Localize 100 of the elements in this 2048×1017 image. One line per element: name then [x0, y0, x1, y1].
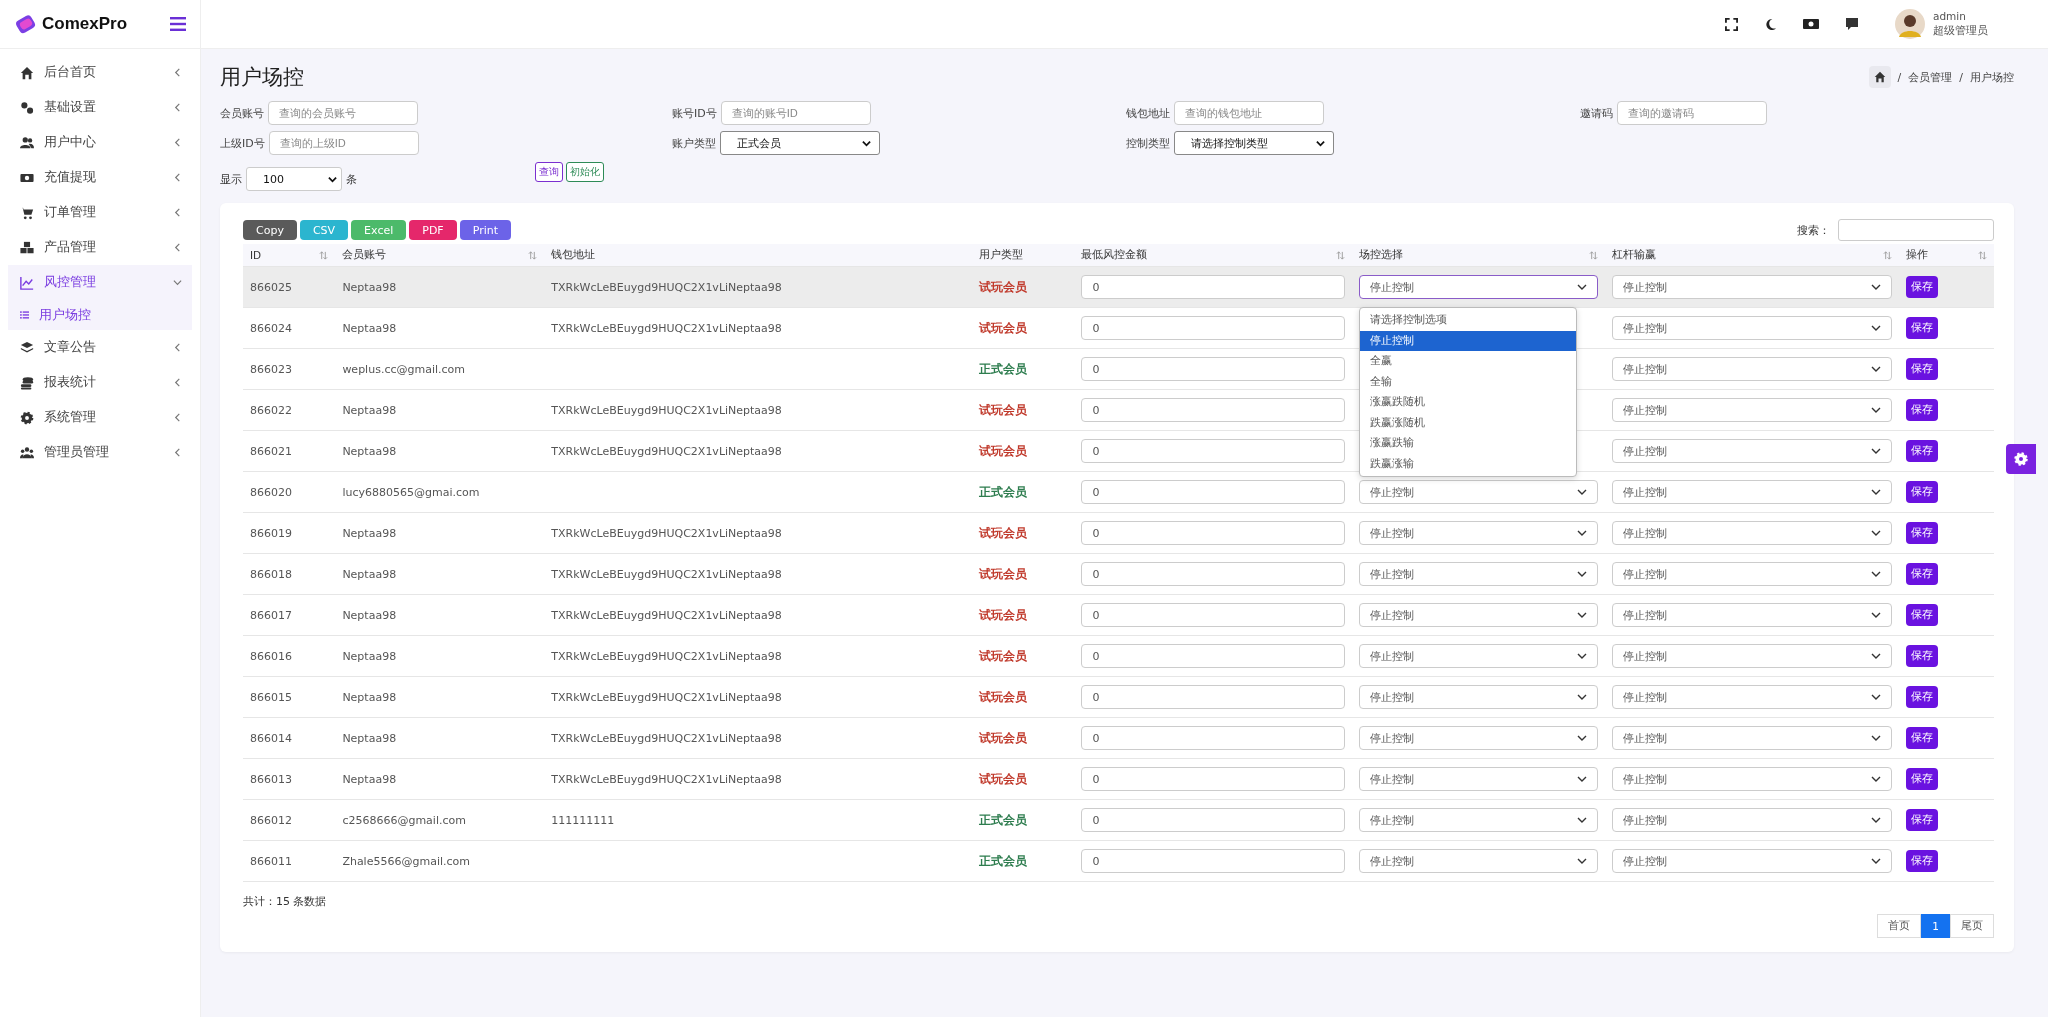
page-button[interactable]: 尾页 [1950, 914, 1994, 938]
page-button[interactable]: 首页 [1877, 914, 1922, 938]
filter-field[interactable]: 查询的会员账号 [268, 101, 418, 125]
export-button[interactable]: Copy [243, 220, 297, 240]
search-field[interactable] [1838, 219, 1994, 241]
home-icon[interactable] [1868, 66, 1891, 88]
column-header[interactable]: 最低风控金额 [1074, 244, 1352, 267]
moon-icon[interactable] [1764, 17, 1777, 31]
filter-select[interactable]: 请选择控制类型 [1174, 131, 1334, 155]
column-header[interactable]: 用户类型 [972, 244, 1075, 267]
amount-field[interactable]: 0 [1081, 808, 1345, 832]
sidebar-item[interactable]: 基础设置 [8, 90, 192, 125]
column-header[interactable]: 会员账号 [335, 244, 545, 267]
leverage-select[interactable]: 停止控制 [1611, 316, 1893, 340]
menu-icon[interactable] [170, 17, 186, 31]
column-header[interactable]: ID [243, 244, 336, 267]
column-header[interactable]: 杠杆输赢 [1604, 244, 1900, 267]
control-select[interactable]: 停止控制 [1358, 808, 1598, 832]
sidebar-item[interactable]: 风控管理 [8, 265, 192, 300]
save-button[interactable]: 保存 [1906, 563, 1939, 585]
save-button[interactable]: 保存 [1906, 317, 1939, 339]
chat-icon[interactable] [1845, 17, 1859, 31]
control-select[interactable]: 停止控制 [1358, 685, 1598, 709]
control-select[interactable]: 停止控制 [1358, 726, 1598, 750]
filter-select[interactable]: 正式会员 [720, 131, 880, 155]
column-header[interactable]: 操作 [1899, 244, 1994, 267]
avatar[interactable] [1895, 9, 1925, 39]
filter-field[interactable]: 查询的上级ID [268, 131, 419, 155]
control-select[interactable]: 停止控制 [1358, 562, 1598, 586]
page-button[interactable]: 1 [1921, 914, 1950, 938]
column-header[interactable]: 钱包地址 [544, 244, 973, 267]
settings-button[interactable] [2006, 444, 2036, 474]
amount-field[interactable]: 0 [1081, 849, 1345, 873]
export-button[interactable]: Print [459, 220, 511, 240]
amount-field[interactable]: 0 [1081, 644, 1345, 668]
amount-field[interactable]: 0 [1081, 726, 1345, 750]
amount-field[interactable]: 0 [1081, 562, 1345, 586]
leverage-select[interactable]: 停止控制 [1611, 849, 1893, 873]
breadcrumb-item[interactable]: 会员管理 [1908, 69, 1953, 85]
sidebar-item[interactable]: 充值提现 [8, 160, 192, 195]
save-button[interactable]: 保存 [1906, 522, 1939, 544]
leverage-select[interactable]: 停止控制 [1611, 562, 1893, 586]
page-size-select[interactable]: 100 [246, 167, 342, 191]
save-button[interactable]: 保存 [1906, 399, 1939, 421]
amount-field[interactable]: 0 [1081, 275, 1345, 299]
filter-field[interactable]: 查询的账号ID [720, 101, 871, 125]
leverage-select[interactable]: 停止控制 [1611, 398, 1893, 422]
leverage-select[interactable]: 停止控制 [1611, 521, 1893, 545]
sidebar-item[interactable]: 后台首页 [8, 55, 192, 90]
save-button[interactable]: 保存 [1906, 809, 1939, 831]
control-select[interactable]: 停止控制 [1358, 480, 1598, 504]
column-header[interactable]: 场控选择 [1351, 244, 1605, 267]
save-button[interactable]: 保存 [1906, 768, 1939, 790]
filter-button[interactable]: 初始化 [566, 162, 604, 182]
control-select[interactable]: 停止控制 [1358, 275, 1598, 299]
save-button[interactable]: 保存 [1906, 358, 1939, 380]
dropdown-option[interactable]: 跌赢涨随机 [1359, 412, 1576, 433]
save-button[interactable]: 保存 [1906, 727, 1939, 749]
amount-field[interactable]: 0 [1081, 316, 1345, 340]
control-select[interactable]: 停止控制 [1358, 767, 1598, 791]
leverage-select[interactable]: 停止控制 [1611, 480, 1893, 504]
save-button[interactable]: 保存 [1906, 604, 1939, 626]
amount-field[interactable]: 0 [1081, 521, 1345, 545]
leverage-select[interactable]: 停止控制 [1611, 767, 1893, 791]
amount-field[interactable]: 0 [1081, 603, 1345, 627]
save-button[interactable]: 保存 [1906, 645, 1939, 667]
save-button[interactable]: 保存 [1906, 440, 1939, 462]
sidebar-subitem[interactable]: 用户场控 [8, 300, 192, 330]
dropdown-option[interactable]: 全输 [1359, 371, 1576, 392]
dropdown-option[interactable]: 涨赢跌输 [1359, 433, 1576, 454]
dropdown-option[interactable]: 请选择控制选项 [1359, 310, 1576, 331]
amount-field[interactable]: 0 [1081, 767, 1345, 791]
amount-field[interactable]: 0 [1081, 439, 1345, 463]
filter-field[interactable]: 查询的邀请码 [1617, 101, 1767, 125]
leverage-select[interactable]: 停止控制 [1611, 644, 1893, 668]
control-select[interactable]: 停止控制 [1358, 644, 1598, 668]
dropdown-option[interactable]: 跌赢涨输 [1359, 453, 1576, 474]
sidebar-item[interactable]: 产品管理 [8, 230, 192, 265]
save-button[interactable]: 保存 [1906, 481, 1939, 503]
save-button[interactable]: 保存 [1906, 276, 1939, 298]
export-button[interactable]: PDF [409, 220, 457, 240]
leverage-select[interactable]: 停止控制 [1611, 726, 1893, 750]
fullscreen-icon[interactable] [1725, 17, 1738, 31]
control-select[interactable]: 停止控制 [1358, 603, 1598, 627]
amount-field[interactable]: 0 [1081, 357, 1345, 381]
leverage-select[interactable]: 停止控制 [1611, 357, 1893, 381]
sidebar-item[interactable]: 用户中心 [8, 125, 192, 160]
leverage-select[interactable]: 停止控制 [1611, 808, 1893, 832]
control-select[interactable]: 停止控制 [1358, 521, 1598, 545]
filter-field[interactable]: 查询的钱包地址 [1174, 101, 1324, 125]
sidebar-item[interactable]: 管理员管理 [8, 435, 192, 470]
leverage-select[interactable]: 停止控制 [1611, 685, 1893, 709]
amount-field[interactable]: 0 [1081, 685, 1345, 709]
money-icon[interactable] [1803, 18, 1819, 30]
dropdown-option[interactable]: 停止控制 [1359, 330, 1576, 351]
leverage-select[interactable]: 停止控制 [1611, 603, 1893, 627]
leverage-select[interactable]: 停止控制 [1611, 275, 1893, 299]
dropdown-option[interactable]: 涨赢跌随机 [1359, 392, 1576, 413]
sidebar-item[interactable]: 文章公告 [8, 330, 192, 365]
sidebar-item[interactable]: 订单管理 [8, 195, 192, 230]
